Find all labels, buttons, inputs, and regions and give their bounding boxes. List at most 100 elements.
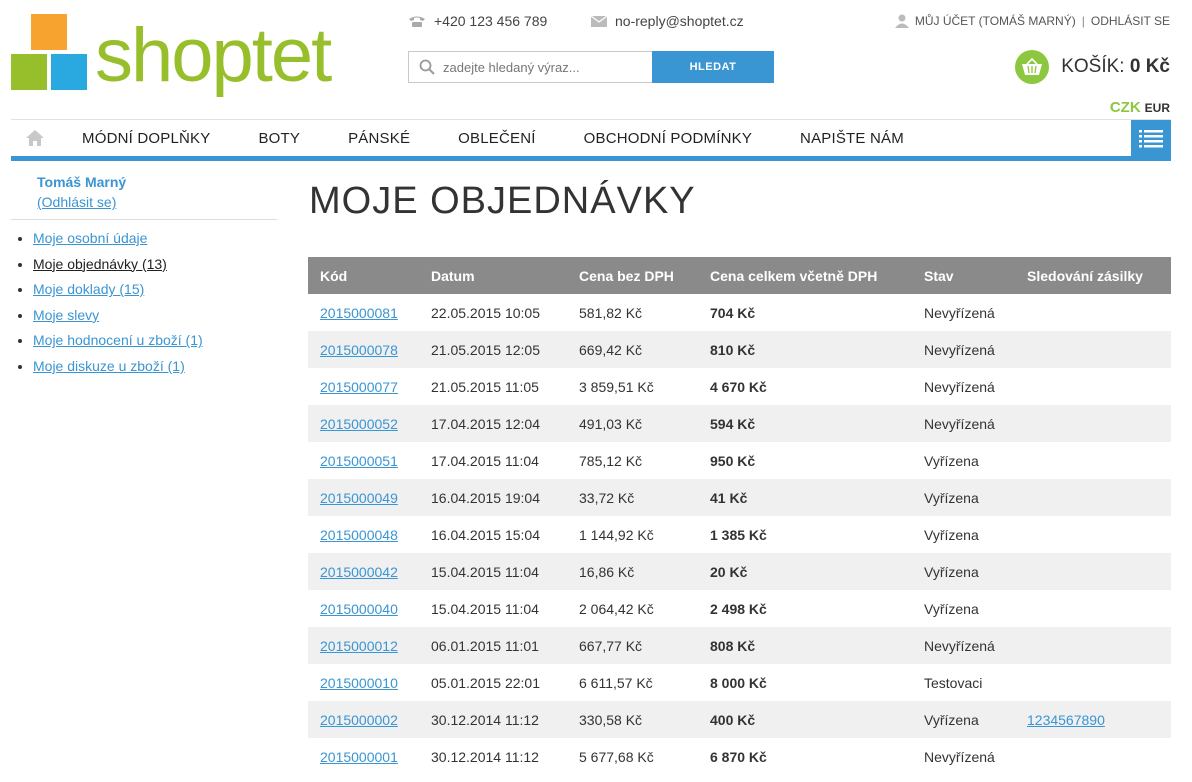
order-tracking-cell	[1015, 294, 1171, 331]
order-price-net-cell: 491,03 Kč	[567, 405, 698, 442]
order-price-total-cell: 6 870 Kč	[710, 748, 767, 765]
nav-item-obleceni[interactable]: Oblečení	[458, 130, 535, 147]
header-cena-celkem: Cena celkem včetně DPH	[698, 257, 912, 294]
account-separator: |	[1081, 14, 1085, 28]
phone-contact[interactable]: +420 123 456 789	[408, 13, 547, 29]
order-code-link[interactable]: 2015000081	[320, 305, 398, 321]
sidebar-item-hodnoceni: Moje hodnocení u zboží (1)	[33, 328, 277, 354]
order-code-link[interactable]: 2015000048	[320, 527, 398, 543]
order-date-cell: 06.01.2015 11:01	[419, 627, 567, 664]
table-row: 2015000051 17.04.2015 11:04 785,12 Kč 950 K…	[308, 442, 1171, 479]
order-date-cell: 22.05.2015 10:05	[431, 304, 540, 321]
sidebar-link-osobni-udaje[interactable]: Moje osobní údaje	[33, 230, 147, 246]
order-code-link[interactable]: 2015000001	[320, 749, 398, 765]
order-tracking-cell	[1015, 442, 1171, 479]
order-price-total-cell: 41 Kč	[698, 479, 912, 516]
order-price-total-cell: 704 Kč	[710, 304, 756, 321]
home-link[interactable]	[11, 129, 59, 147]
sidebar-user: Tomáš Marný (Odhlásit se)	[11, 174, 277, 210]
table-row: 2015000052 17.04.2015 12:04 491,03 Kč 594 K…	[308, 405, 1171, 442]
order-date-cell: 15.04.2015 11:04	[419, 553, 567, 590]
order-price-net-cell: 2 064,42 Kč	[579, 600, 654, 617]
order-date-cell: 17.04.2015 12:04	[419, 405, 567, 442]
phone-icon	[409, 16, 425, 27]
order-status-cell: Vyřízena	[912, 479, 1015, 516]
currency-czk[interactable]: CZK	[1110, 99, 1141, 116]
nav-item-obchodni-podminky[interactable]: Obchodní podmínky	[584, 130, 752, 147]
order-status-cell: Testovaci	[924, 674, 983, 691]
sidebar-item-slevy: Moje slevy	[33, 303, 277, 329]
currency-eur[interactable]: EUR	[1145, 101, 1170, 115]
order-price-total-cell: 594 Kč	[698, 405, 912, 442]
account-sidebar: Tomáš Marný (Odhlásit se) Moje osobní úd…	[11, 174, 277, 380]
order-code-link[interactable]: 2015000010	[320, 675, 398, 691]
order-code-link[interactable]: 2015000052	[320, 416, 398, 432]
table-header-row: Kód Datum Cena bez DPH Cena celkem včetn…	[308, 257, 1171, 294]
cart[interactable]: KOŠÍK: 0 Kč	[1015, 50, 1170, 84]
sidebar-link-slevy[interactable]: Moje slevy	[33, 307, 99, 323]
cart-total: 0 Kč	[1129, 56, 1170, 77]
order-status-cell: Vyřízena	[912, 553, 1015, 590]
nav-item-panske[interactable]: Pánské	[348, 130, 410, 147]
sidebar-link-hodnoceni[interactable]: Moje hodnocení u zboží (1)	[33, 332, 203, 348]
order-price-net-cell: 6 611,57 Kč	[579, 674, 653, 691]
order-code-link[interactable]: 2015000078	[320, 342, 398, 358]
search-input[interactable]	[441, 58, 635, 76]
order-code-link[interactable]: 2015000077	[320, 379, 398, 395]
table-row: 2015000002 30.12.2014 11:12 330,58 Kč 400 K…	[308, 701, 1171, 738]
order-date-cell: 05.01.2015 22:01	[431, 674, 540, 691]
sidebar-menu: Moje osobní údaje Moje objednávky (13) M…	[11, 226, 277, 380]
order-code-link[interactable]: 2015000051	[320, 453, 398, 469]
email-contact[interactable]: no-reply@shoptet.cz	[591, 13, 744, 29]
order-code-link[interactable]: 2015000012	[320, 638, 398, 654]
table-row: 2015000049 16.04.2015 19:04 33,72 Kč 41 Kč V…	[308, 479, 1171, 516]
sidebar-link-objednavky[interactable]: Moje objednávky (13)	[33, 256, 167, 272]
my-account-link[interactable]: Můj účet (Tomáš Marný)	[915, 14, 1076, 28]
search-button[interactable]: HLEDAT	[652, 51, 774, 83]
order-tracking-cell	[1015, 479, 1171, 516]
search-bar: HLEDAT	[408, 51, 774, 83]
logout-link[interactable]: Odhlásit se	[1091, 14, 1170, 28]
table-row: 2015000081 22.05.2015 10:05 581,82 Kč 704 K…	[308, 294, 1171, 331]
order-tracking-cell: 1234567890	[1015, 701, 1171, 738]
order-code-link[interactable]: 2015000002	[320, 712, 398, 728]
orders-table: Kód Datum Cena bez DPH Cena celkem včetn…	[308, 257, 1171, 775]
order-code-cell: 2015000048	[308, 516, 419, 553]
order-tracking-cell	[1015, 331, 1171, 368]
nav-item-napiste-nam[interactable]: Napište nám	[800, 130, 904, 147]
order-price-net-cell: 667,77 Kč	[567, 627, 698, 664]
order-date-cell: 30.12.2014 11:12	[419, 701, 567, 738]
table-row: 2015000012 06.01.2015 11:01 667,77 Kč 808 K…	[308, 627, 1171, 664]
sidebar-logout-link[interactable]: (Odhlásit se)	[37, 194, 116, 210]
order-code-link[interactable]: 2015000040	[320, 601, 398, 617]
order-code-link[interactable]: 2015000049	[320, 490, 398, 506]
order-date-cell: 21.05.2015 12:05	[419, 331, 567, 368]
order-date-cell: 30.12.2014 11:12	[431, 748, 539, 765]
order-price-net-cell: 1 144,92 Kč	[579, 526, 654, 543]
header-stav: Stav	[912, 257, 1015, 294]
order-price-net-cell: 669,42 Kč	[567, 331, 698, 368]
order-price-total-cell: 20 Kč	[698, 553, 912, 590]
logo-square-green	[11, 54, 47, 90]
phone-number: +420 123 456 789	[434, 13, 548, 29]
order-date-cell: 21.05.2015 11:05	[431, 378, 539, 395]
sidebar-link-diskuze[interactable]: Moje diskuze u zboží (1)	[33, 358, 185, 374]
order-price-total-cell: 810 Kč	[698, 331, 912, 368]
shoptet-logo[interactable]: shoptet	[11, 13, 332, 102]
order-code-link[interactable]: 2015000042	[320, 564, 398, 580]
order-price-total-cell: 808 Kč	[698, 627, 912, 664]
order-price-net-cell: 785,12 Kč	[579, 452, 643, 469]
nav-item-boty[interactable]: Boty	[258, 130, 300, 147]
menu-button[interactable]	[1131, 120, 1171, 156]
table-row: 2015000001 30.12.2014 11:12 5 677,68 Kč 6 8…	[308, 738, 1171, 775]
nav-item-modni-doplnky[interactable]: Módní doplňky	[82, 130, 210, 147]
tracking-link[interactable]: 1234567890	[1027, 712, 1105, 728]
header-cena-bez-dph: Cena bez DPH	[567, 257, 698, 294]
sidebar-link-doklady[interactable]: Moje doklady (15)	[33, 281, 144, 297]
order-status-cell: Nevyřízená	[912, 627, 1015, 664]
table-row: 2015000010 05.01.2015 22:01 6 611,57 Kč 8 0…	[308, 664, 1171, 701]
order-tracking-cell	[1015, 738, 1171, 775]
logo-square-orange	[31, 14, 67, 50]
order-status-cell: Vyřízena	[924, 452, 979, 469]
header-datum: Datum	[419, 257, 567, 294]
